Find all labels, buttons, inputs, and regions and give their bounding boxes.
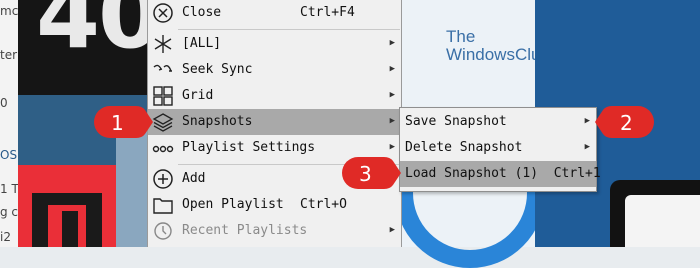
seek-sync-icon: [152, 59, 174, 81]
callout-2: 2: [594, 104, 654, 140]
callout-3: 3: [340, 155, 401, 191]
layers-icon: [152, 111, 174, 133]
side-text: 0: [0, 96, 8, 110]
menu-item-all[interactable]: [ALL] ▶: [148, 31, 401, 57]
menu-item-label: Grid: [182, 88, 214, 103]
folder-icon: [152, 194, 174, 216]
submenu-item-label: Load Snapshot (1) Ctrl+1: [405, 166, 601, 181]
menu-item-label: Playlist Settings: [182, 140, 316, 155]
side-text: OS: [0, 148, 18, 162]
close-circle-icon: [152, 2, 174, 24]
menu-item-label: Snapshots: [182, 114, 253, 129]
menu-item-snapshots[interactable]: Snapshots ▶: [148, 109, 401, 135]
menu-item-shortcut: Ctrl+F4: [300, 5, 355, 20]
chevron-right-icon: ▶: [389, 116, 395, 126]
menu-item-recent-playlists[interactable]: Recent Playlists ▶: [148, 218, 401, 244]
dots-icon: [152, 137, 174, 159]
menu-item-grid[interactable]: Grid ▶: [148, 83, 401, 109]
submenu-item-delete-snapshot[interactable]: Delete Snapshot ▶: [400, 135, 596, 161]
menu-item-seek-sync[interactable]: Seek Sync ▶: [148, 57, 401, 83]
callout-1: 1: [92, 104, 153, 140]
chevron-right-icon: ▶: [584, 116, 590, 126]
menu-item-label: Open Playlist: [182, 197, 284, 212]
side-text: 1 T: [0, 182, 19, 196]
menu-item-shortcut: Ctrl+O: [300, 197, 347, 212]
submenu-item-load-snapshot[interactable]: Load Snapshot (1) Ctrl+1: [400, 161, 601, 187]
context-menu: Close Ctrl+F4 [ALL] ▶ Seek Sync ▶ Grid ▶…: [147, 0, 402, 247]
thumbnail-digits: 40: [36, 0, 162, 69]
submenu-item-label: Delete Snapshot: [405, 140, 523, 155]
grid-icon: [152, 85, 174, 107]
add-circle-icon: [152, 168, 174, 190]
menu-item-close[interactable]: Close Ctrl+F4: [148, 0, 401, 26]
menu-item-label: Recent Playlists: [182, 223, 308, 238]
chevron-right-icon: ▶: [389, 225, 395, 235]
chevron-right-icon: ▶: [389, 90, 395, 100]
menu-separator: [178, 29, 400, 30]
asterisk-icon: [152, 33, 174, 55]
menu-item-label: Close: [182, 5, 222, 20]
snapshots-submenu: Save Snapshot ▶ Delete Snapshot ▶ Load S…: [399, 107, 601, 192]
menu-item-open-playlist[interactable]: Open Playlist Ctrl+O: [148, 192, 401, 218]
menu-item-label: Seek Sync: [182, 62, 253, 77]
side-text: ter: [0, 48, 18, 62]
background-red-logo: [18, 165, 116, 247]
chevron-right-icon: ▶: [584, 142, 590, 152]
menu-item-label: [ALL]: [182, 36, 222, 51]
menu-item-label: Add: [182, 171, 206, 186]
history-icon: [152, 220, 174, 242]
submenu-item-label: Save Snapshot: [405, 114, 507, 129]
side-text: mc: [0, 4, 19, 18]
chevron-right-icon: ▶: [389, 64, 395, 74]
submenu-item-save-snapshot[interactable]: Save Snapshot ▶: [400, 109, 596, 135]
side-text: i2: [0, 230, 11, 244]
background-video-thumbnail: 40: [18, 0, 162, 95]
chevron-right-icon: ▶: [389, 38, 395, 48]
chevron-right-icon: ▶: [389, 142, 395, 152]
background-device-screen: [625, 195, 700, 247]
